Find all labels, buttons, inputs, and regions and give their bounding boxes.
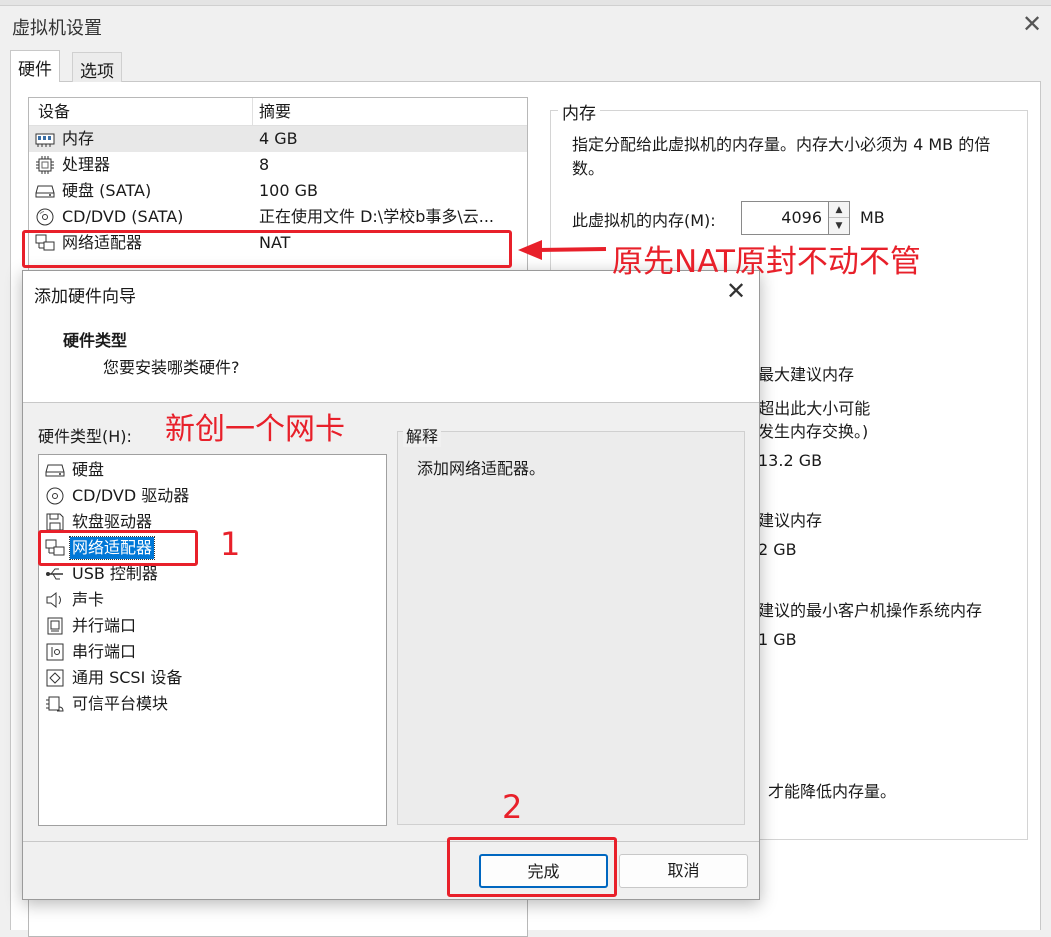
- annotation-arrow-icon: [518, 240, 607, 260]
- dialog-subheading: 您要安装哪类硬件?: [103, 358, 240, 377]
- hw-type-name: 硬盘: [72, 460, 105, 479]
- hard-disk-icon: [45, 461, 65, 479]
- serial-port-icon: [45, 643, 65, 661]
- device-row-hard-disk[interactable]: 硬盘 (SATA) 100 GB: [29, 178, 527, 204]
- hard-disk-icon: [35, 182, 55, 200]
- memory-group-title: 内存: [558, 99, 600, 124]
- memory-description: 指定分配给此虚拟机的内存量。内存大小必须为 4 MB 的倍数。: [572, 135, 991, 178]
- speaker-icon: [45, 591, 65, 609]
- annotation-nat-note: 原先NAT原封不动不管: [612, 244, 921, 280]
- spin-up-icon[interactable]: ▲: [829, 202, 849, 218]
- cd-dvd-icon: [45, 487, 65, 505]
- dialog-heading: 硬件类型: [63, 331, 128, 350]
- cancel-button[interactable]: 取消: [619, 854, 748, 888]
- device-summary: 正在使用文件 D:\学校b事多\云...: [259, 207, 494, 226]
- device-name: 处理器: [62, 155, 111, 174]
- floppy-icon: [45, 513, 65, 531]
- spin-down-icon[interactable]: ▼: [829, 218, 849, 234]
- recommended-memory-label: 建议内存: [758, 511, 823, 530]
- cd-dvd-icon: [35, 208, 55, 226]
- memory-note: 才能降低内存量。: [768, 782, 897, 801]
- memory-unit: MB: [860, 208, 885, 227]
- hw-type-name: CD/DVD 驱动器: [72, 486, 190, 505]
- annotation-box-finish: [447, 837, 617, 897]
- hw-type-name: 声卡: [72, 590, 105, 609]
- min-guest-memory-label: 建议的最小客户机操作系统内存: [758, 601, 983, 620]
- device-summary: 8: [259, 155, 270, 174]
- close-icon[interactable]: ✕: [1016, 10, 1048, 40]
- explanation-group: [397, 431, 745, 825]
- device-row-memory[interactable]: 内存 4 GB: [29, 126, 527, 152]
- annotation-step-1: 1: [220, 525, 241, 563]
- hw-type-name: 可信平台模块: [72, 694, 169, 713]
- device-summary: 100 GB: [259, 181, 318, 200]
- memory-icon: [35, 130, 55, 148]
- memory-input[interactable]: 4096: [741, 201, 829, 235]
- parallel-port-icon: [45, 617, 65, 635]
- dialog-separator: [23, 841, 759, 842]
- max-recommended-note-2: 发生内存交换。): [758, 422, 869, 441]
- device-row-processor[interactable]: 处理器 8: [29, 152, 527, 178]
- device-row-cd-dvd[interactable]: CD/DVD (SATA) 正在使用文件 D:\学校b事多\云...: [29, 204, 527, 230]
- max-recommended-value: 13.2 GB: [758, 451, 823, 470]
- add-hardware-wizard: 添加硬件向导 ✕ 硬件类型 您要安装哪类硬件? 硬件类型(H): 硬盘 CD/D…: [22, 270, 760, 900]
- tab-hardware[interactable]: 硬件: [10, 50, 60, 82]
- max-recommended-note: (超出此大小可能: [752, 399, 871, 418]
- hw-type-name: 通用 SCSI 设备: [72, 668, 183, 687]
- device-summary: 4 GB: [259, 129, 298, 148]
- tpm-icon: [45, 695, 65, 713]
- explanation-title: 解释: [403, 423, 442, 447]
- annotation-step-2: 2: [502, 788, 523, 826]
- scsi-icon: [45, 669, 65, 687]
- hardware-type-label: 硬件类型(H):: [38, 427, 132, 446]
- column-header-device[interactable]: 设备: [29, 98, 253, 126]
- min-guest-memory-value: 1 GB: [758, 630, 797, 649]
- recommended-memory-value: 2 GB: [758, 540, 797, 559]
- explanation-text: 添加网络适配器。: [417, 459, 546, 478]
- hardware-type-list[interactable]: 硬盘 CD/DVD 驱动器 软盘驱动器 网络适配器 USB 控制器 声卡 并行端…: [38, 454, 387, 826]
- device-name: 硬盘 (SATA): [62, 181, 152, 200]
- processor-icon: [35, 156, 55, 174]
- annotation-box-selected-type: [38, 530, 198, 566]
- usb-icon: [45, 565, 65, 583]
- annotation-box-network-row: [22, 230, 512, 268]
- device-name: 内存: [62, 129, 95, 148]
- window-title: 虚拟机设置: [12, 18, 102, 39]
- hw-type-name: 串行端口: [72, 642, 137, 661]
- memory-label: 此虚拟机的内存(M):: [572, 211, 716, 230]
- hw-type-name: 并行端口: [72, 616, 137, 635]
- column-header-summary[interactable]: 摘要: [253, 98, 527, 126]
- dialog-title: 添加硬件向导: [34, 287, 136, 307]
- max-recommended-memory-label: 最大建议内存: [758, 365, 855, 384]
- annotation-new-nic: 新创一个网卡: [165, 412, 345, 447]
- device-name: CD/DVD (SATA): [62, 207, 184, 226]
- memory-spinner[interactable]: ▲ ▼: [828, 201, 850, 235]
- tab-options[interactable]: 选项: [72, 52, 122, 82]
